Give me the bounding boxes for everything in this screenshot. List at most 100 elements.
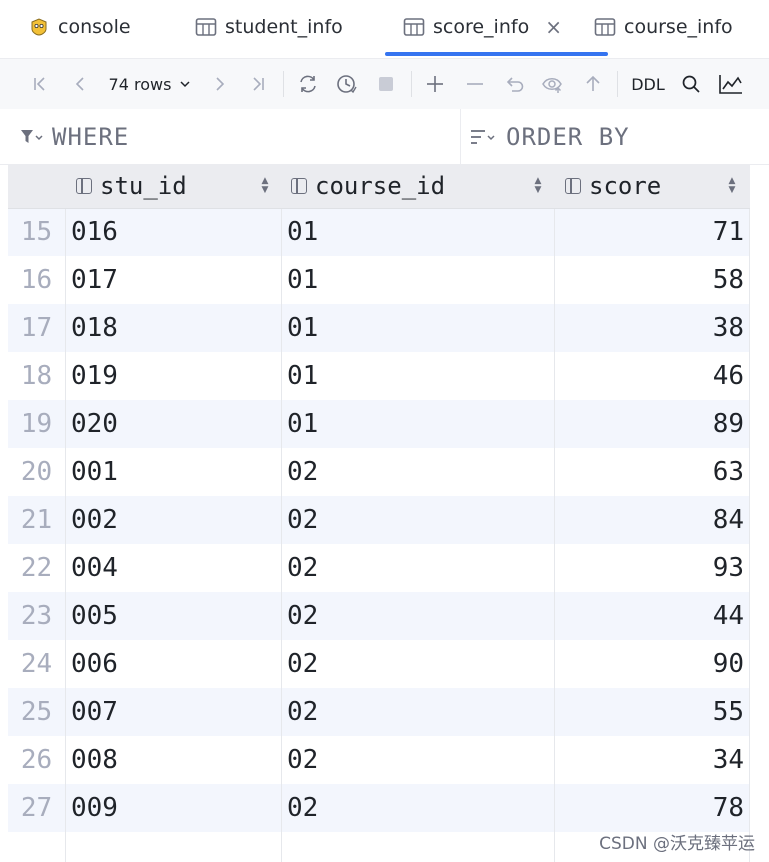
table-row[interactable]: 26 008 02 34 [8, 736, 750, 784]
table-row[interactable]: 24 006 02 90 [8, 640, 750, 688]
filter-bar: WHERE ORDER BY [0, 109, 769, 165]
cell-score[interactable]: 34 [713, 736, 744, 784]
tab-student-info[interactable]: student_info [195, 0, 343, 54]
cell-score[interactable]: 44 [713, 592, 744, 640]
console-icon [28, 16, 50, 38]
last-page-icon[interactable] [246, 59, 270, 109]
table-row[interactable]: 25 007 02 55 [8, 688, 750, 736]
cell-course-id[interactable]: 02 [287, 784, 318, 832]
cell-course-id[interactable]: 01 [287, 256, 318, 304]
preview-changes-icon[interactable] [539, 59, 567, 109]
table-row[interactable]: 21 002 02 84 [8, 496, 750, 544]
row-number: 25 [20, 697, 53, 727]
cell-stu-id[interactable]: 006 [71, 640, 118, 688]
cell-course-id[interactable]: 01 [287, 208, 318, 256]
cell-score[interactable]: 63 [713, 448, 744, 496]
column-label: stu_id [100, 172, 187, 200]
cell-score[interactable]: 90 [713, 640, 744, 688]
table-row[interactable]: 17 018 01 38 [8, 304, 750, 352]
cell-course-id[interactable]: 01 [287, 352, 318, 400]
cell-course-id[interactable]: 02 [287, 736, 318, 784]
cell-score[interactable]: 55 [713, 688, 744, 736]
stop-icon[interactable] [373, 59, 399, 109]
cell-stu-id[interactable]: 002 [71, 496, 118, 544]
cell-stu-id[interactable]: 016 [71, 208, 118, 256]
table-row[interactable]: 16 017 01 58 [8, 256, 750, 304]
table-row[interactable]: 15 016 01 71 [8, 208, 750, 256]
cell-stu-id[interactable]: 017 [71, 256, 118, 304]
cell-score[interactable]: 46 [713, 352, 744, 400]
cell-course-id[interactable]: 02 [287, 592, 318, 640]
tab-console[interactable]: console [28, 0, 131, 54]
tab-score-info[interactable]: score_info × [385, 0, 608, 56]
cell-course-id[interactable]: 02 [287, 448, 318, 496]
cell-stu-id[interactable]: 005 [71, 592, 118, 640]
add-row-icon[interactable] [422, 59, 448, 109]
cell-course-id[interactable]: 01 [287, 400, 318, 448]
sort-toggle-icon[interactable]: ▲ ▼ [531, 164, 545, 208]
close-tab-icon[interactable]: × [545, 15, 562, 39]
column-icon [565, 178, 581, 194]
column-header-row: stu_id ▲ ▼ course_id ▲ ▼ score ▲ ▼ [8, 164, 750, 209]
submit-icon[interactable] [580, 59, 606, 109]
column-header-stu-id[interactable]: stu_id [76, 164, 187, 208]
revert-icon[interactable] [501, 59, 527, 109]
table-icon [195, 16, 217, 38]
where-filter[interactable]: WHERE [20, 109, 129, 164]
table-row[interactable]: 19 020 01 89 [8, 400, 750, 448]
first-page-icon[interactable] [28, 59, 52, 109]
cell-stu-id[interactable]: 018 [71, 304, 118, 352]
table-icon [403, 16, 425, 38]
chart-icon[interactable] [716, 59, 746, 109]
table-icon [594, 16, 616, 38]
delete-row-icon[interactable] [462, 59, 488, 109]
row-number: 21 [20, 505, 53, 535]
cell-score[interactable]: 89 [713, 400, 744, 448]
previous-page-icon[interactable] [68, 59, 92, 109]
cell-stu-id[interactable]: 019 [71, 352, 118, 400]
refresh-icon[interactable] [294, 59, 322, 109]
tab-course-info[interactable]: course_info [594, 0, 733, 54]
order-by-label: ORDER BY [506, 122, 630, 151]
table-row[interactable]: 18 019 01 46 [8, 352, 750, 400]
cell-course-id[interactable]: 02 [287, 544, 318, 592]
cell-course-id[interactable]: 02 [287, 640, 318, 688]
cell-score[interactable]: 84 [713, 496, 744, 544]
cell-score[interactable]: 58 [713, 256, 744, 304]
row-number: 22 [20, 553, 53, 583]
column-header-score[interactable]: score [565, 164, 661, 208]
results-grid: stu_id ▲▼ course_id ▲▼ score ▲▼ 14 015 0… [8, 164, 750, 862]
cell-course-id[interactable]: 01 [287, 304, 318, 352]
cell-stu-id[interactable]: 007 [71, 688, 118, 736]
rows-count-dropdown[interactable]: 74 rows [104, 59, 196, 109]
ddl-button[interactable]: DDL [626, 59, 670, 109]
table-row[interactable]: 23 005 02 44 [8, 592, 750, 640]
order-by-filter[interactable]: ORDER BY [470, 109, 630, 164]
cell-stu-id[interactable]: 009 [71, 784, 118, 832]
cell-score[interactable]: 78 [713, 784, 744, 832]
search-icon[interactable] [678, 59, 704, 109]
column-label: course_id [315, 172, 446, 200]
cell-stu-id[interactable]: 020 [71, 400, 118, 448]
sort-toggle-icon[interactable]: ▲ ▼ [258, 164, 272, 208]
table-row[interactable]: 27 009 02 78 [8, 784, 750, 832]
sort-toggle-icon[interactable]: ▲ ▼ [725, 164, 739, 208]
table-body: 14 015 01 90 15 016 01 71 16 017 01 58 1… [8, 164, 750, 832]
table-row[interactable]: 22 004 02 93 [8, 544, 750, 592]
cell-stu-id[interactable]: 004 [71, 544, 118, 592]
cell-stu-id[interactable]: 001 [71, 448, 118, 496]
results-toolbar: 74 rows DDL [0, 58, 769, 110]
history-icon[interactable] [333, 59, 361, 109]
column-header-course-id[interactable]: course_id [291, 164, 445, 208]
cell-course-id[interactable]: 02 [287, 688, 318, 736]
row-number: 17 [20, 313, 53, 343]
table-row[interactable]: 20 001 02 63 [8, 448, 750, 496]
next-page-icon[interactable] [208, 59, 232, 109]
cell-score[interactable]: 93 [713, 544, 744, 592]
cell-stu-id[interactable]: 008 [71, 736, 118, 784]
row-number: 16 [20, 265, 53, 295]
cell-course-id[interactable]: 02 [287, 496, 318, 544]
cell-score[interactable]: 38 [713, 304, 744, 352]
row-number: 26 [20, 745, 53, 775]
cell-score[interactable]: 71 [713, 208, 744, 256]
